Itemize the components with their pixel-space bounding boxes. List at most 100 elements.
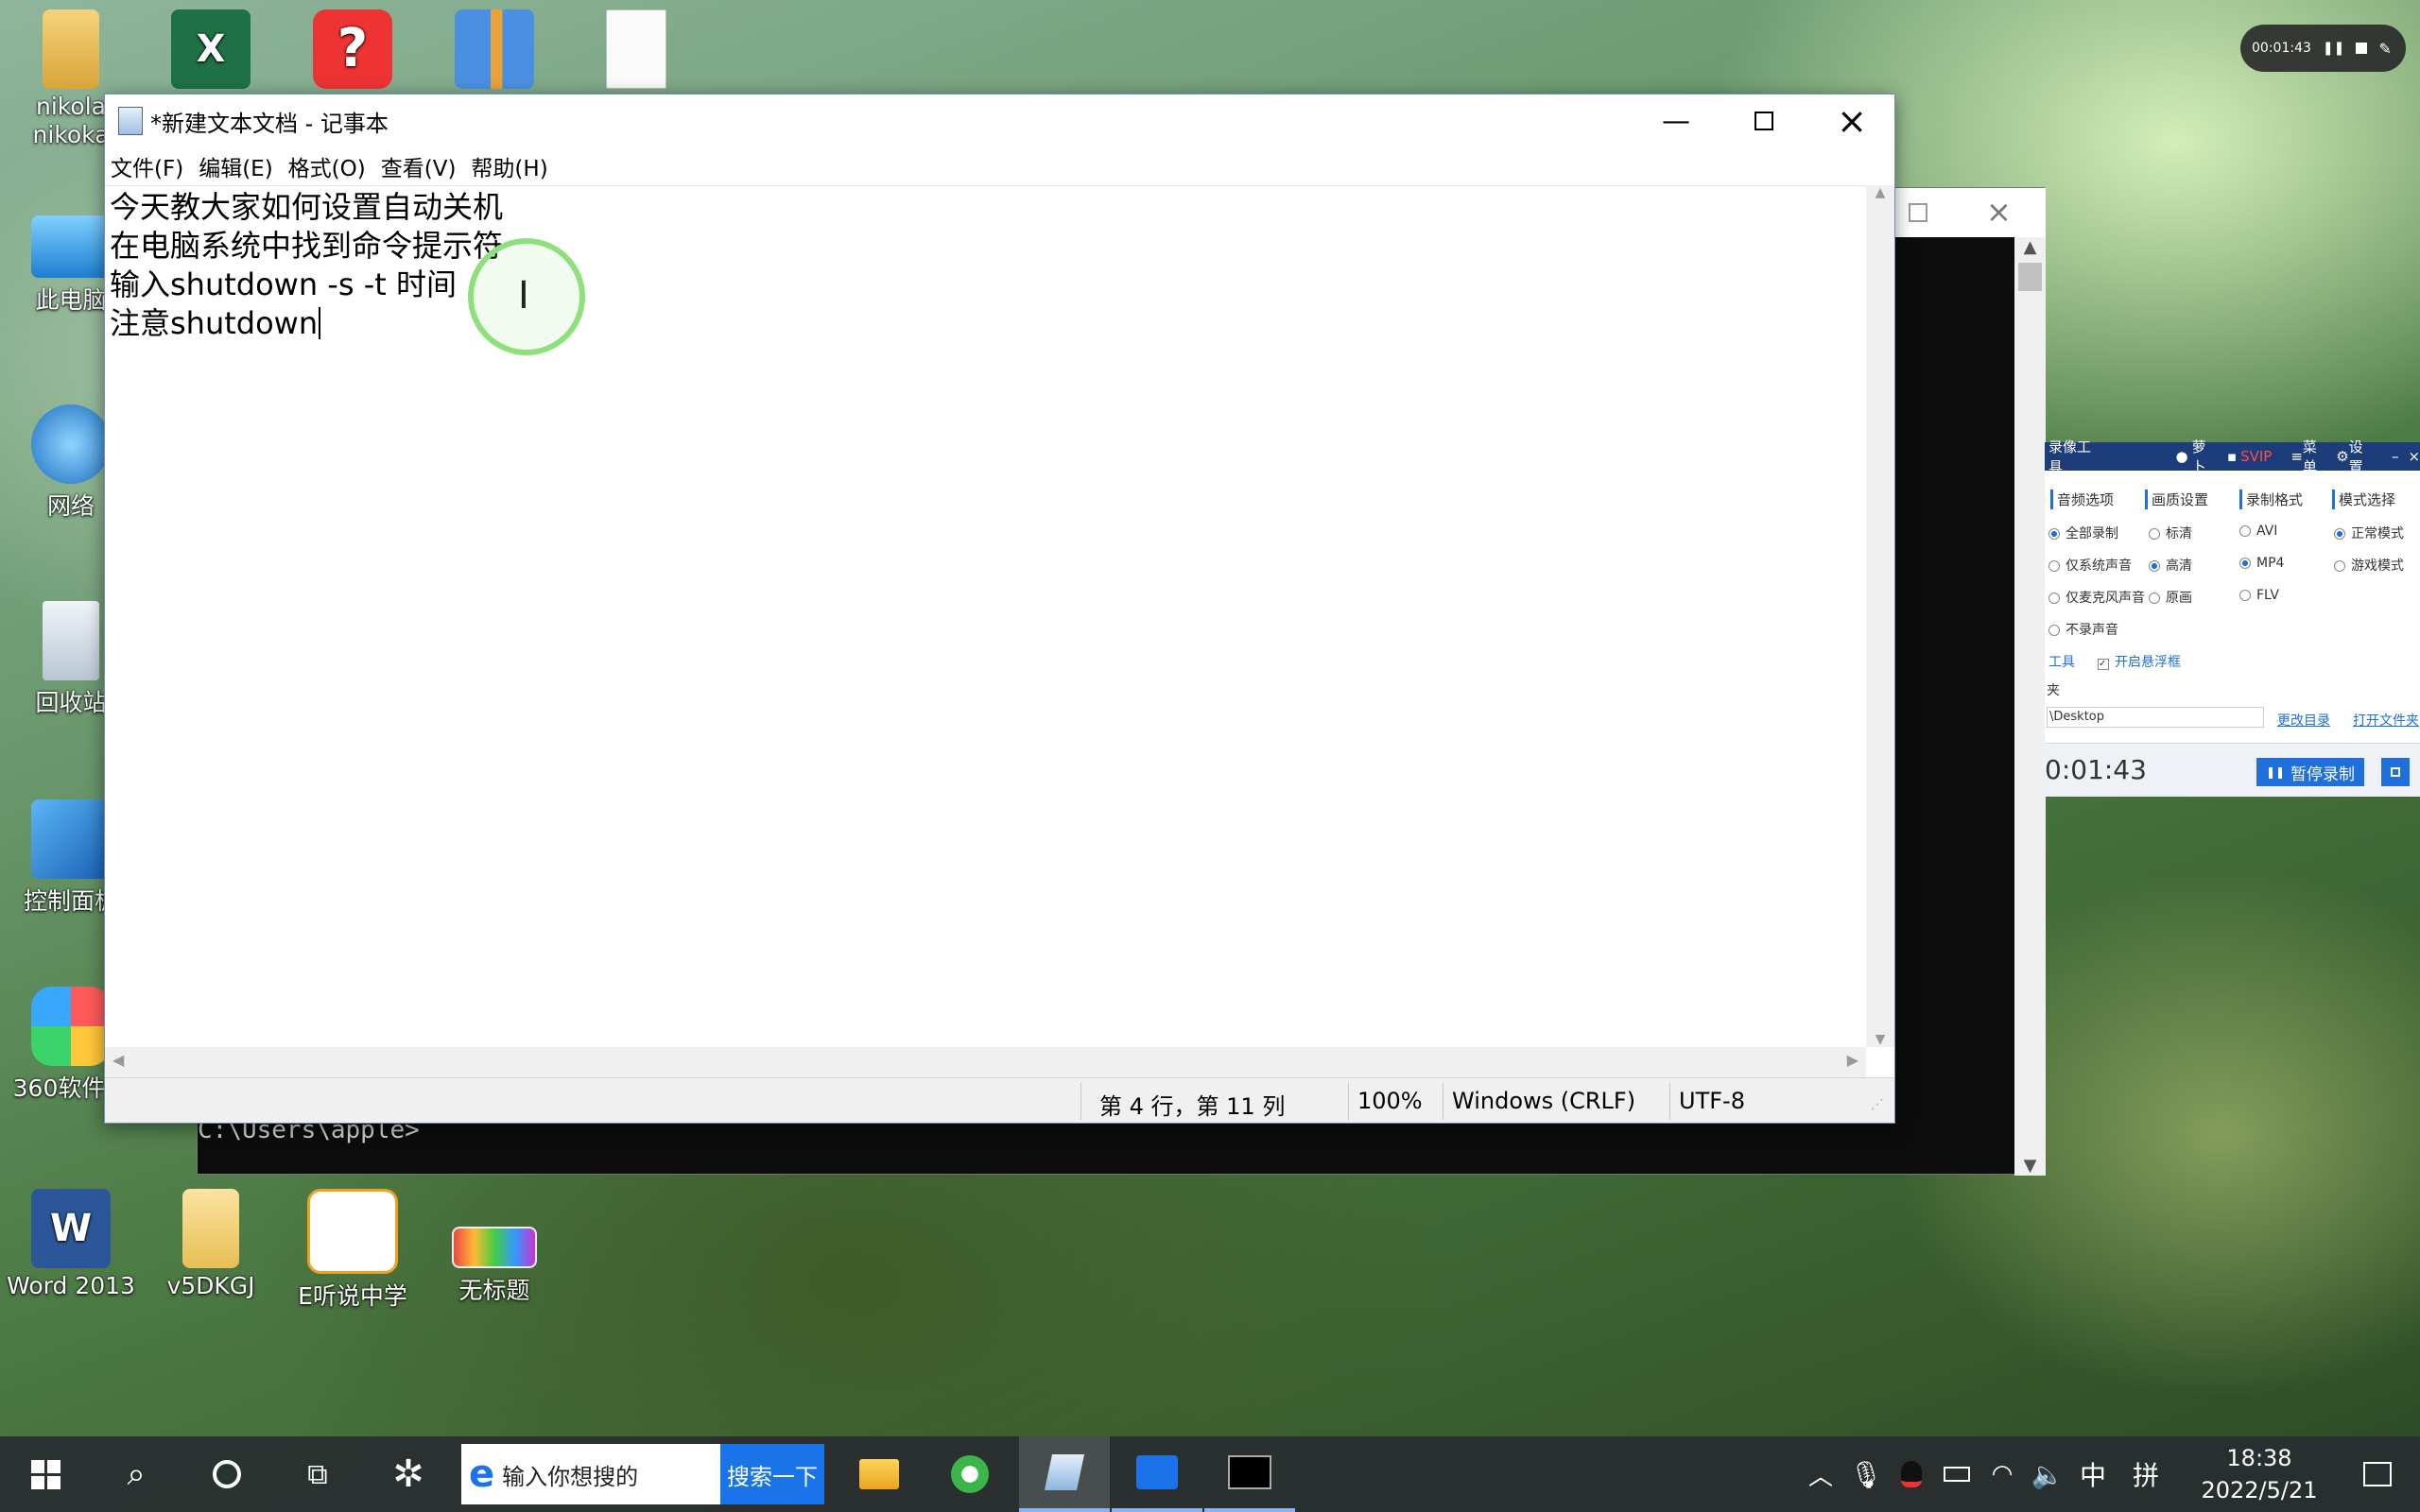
maximize-button[interactable] bbox=[1720, 94, 1807, 147]
recorder-menu[interactable]: 菜单 bbox=[2303, 437, 2328, 476]
recorder-settings[interactable]: 设置 bbox=[2349, 437, 2375, 476]
text-line: 输入shutdown -s -t 时间 bbox=[110, 266, 457, 302]
stop-recording-button[interactable] bbox=[2381, 758, 2410, 786]
scroll-thumb[interactable] bbox=[2018, 263, 2042, 291]
pen-icon[interactable]: ✎ bbox=[2378, 40, 2391, 58]
menu-edit[interactable]: 编辑(E) bbox=[199, 150, 272, 182]
qq-icon bbox=[1901, 1461, 1922, 1487]
scroll-down-icon[interactable]: ▼ bbox=[2014, 1156, 2046, 1176]
show-hidden-icons-button[interactable]: ︿ bbox=[1800, 1436, 1841, 1512]
stop-icon bbox=[2391, 767, 2400, 777]
cortana-button[interactable] bbox=[182, 1436, 272, 1512]
recorder-panel[interactable]: 录像工具 ● 萝卜 ▪ SVIP ≡ 菜单 ⚙ 设置 – × 音频选项 画质设置… bbox=[2045, 438, 2420, 797]
maximize-icon[interactable] bbox=[1909, 203, 1927, 222]
save-path-input[interactable]: \Desktop bbox=[2047, 707, 2264, 728]
minimize-button[interactable]: — bbox=[1633, 94, 1720, 147]
encoding: UTF-8 bbox=[1679, 1088, 1745, 1114]
format-option[interactable]: MP4 bbox=[2239, 556, 2284, 571]
vertical-scrollbar[interactable]: ▲ ▼ bbox=[1866, 185, 1894, 1047]
console-scrollbar[interactable]: ▲ ▼ bbox=[2014, 237, 2046, 1176]
audio-option[interactable]: 仅麦克风声音 bbox=[2048, 588, 2145, 607]
notepad-window[interactable]: *新建文本文档 - 记事本 — × 文件(F) 编辑(E) 格式(O) 查看(V… bbox=[104, 94, 1895, 1124]
mode-option[interactable]: 游戏模式 bbox=[2334, 556, 2404, 575]
line-ending: Windows (CRLF) bbox=[1452, 1088, 1636, 1114]
scroll-left-icon[interactable]: ◀ bbox=[112, 1051, 124, 1069]
section-quality: 画质设置 bbox=[2145, 490, 2208, 509]
battery-tray[interactable] bbox=[1936, 1436, 1978, 1512]
cmd-icon bbox=[1228, 1455, 1271, 1489]
notification-center-button[interactable] bbox=[2335, 1436, 2420, 1512]
menu-format[interactable]: 格式(O) bbox=[288, 150, 366, 182]
menu-icon: ≡ bbox=[2290, 448, 2303, 465]
resize-grip-icon[interactable]: ⋰ bbox=[1871, 1097, 1884, 1112]
text-editor[interactable]: 今天教大家如何设置自动关机 在电脑系统中找到命令提示符 输入shutdown -… bbox=[105, 185, 1866, 1047]
clock[interactable]: 18:38 2022/5/21 bbox=[2184, 1436, 2335, 1512]
menu-file[interactable]: 文件(F) bbox=[111, 150, 183, 182]
quality-option[interactable]: 标清 bbox=[2149, 524, 2192, 542]
desktop-icon-360zip[interactable] bbox=[424, 9, 565, 93]
audio-option[interactable]: 仅系统声音 bbox=[2048, 556, 2132, 575]
quality-option[interactable]: 原画 bbox=[2149, 588, 2192, 607]
open-folder-link[interactable]: 打开文件夹 bbox=[2353, 711, 2419, 730]
tools-link[interactable]: 工具 bbox=[2048, 652, 2075, 671]
close-icon[interactable]: × bbox=[1986, 194, 2012, 230]
ime-layout[interactable]: 拼 bbox=[2123, 1436, 2169, 1512]
desktop-icon-folder[interactable]: v5DKGJ bbox=[140, 1189, 282, 1299]
search-button[interactable]: ⌕ bbox=[91, 1436, 182, 1512]
desktop-icon-image-file[interactable]: 无标题 bbox=[424, 1189, 565, 1306]
pinwheel-app-button[interactable]: ✲ bbox=[363, 1436, 454, 1512]
wifi-tray[interactable]: ◠ bbox=[1981, 1436, 2023, 1512]
mode-option[interactable]: 正常模式 bbox=[2334, 524, 2404, 542]
text-caret bbox=[319, 307, 321, 339]
recorder-taskbar-button[interactable] bbox=[1112, 1436, 1202, 1512]
change-dir-link[interactable]: 更改目录 bbox=[2277, 711, 2330, 730]
quality-option[interactable]: 高清 bbox=[2149, 556, 2192, 575]
audio-option[interactable]: 不录声音 bbox=[2048, 620, 2118, 639]
task-view-icon: ⧉ bbox=[307, 1457, 328, 1491]
scroll-down-icon[interactable]: ▼ bbox=[1866, 1032, 1894, 1047]
text-file-icon bbox=[606, 9, 666, 89]
close-button[interactable]: × bbox=[1808, 94, 1895, 147]
notepad-taskbar-button[interactable] bbox=[1019, 1436, 1110, 1512]
desktop-icon-word[interactable]: W Word 2013 bbox=[0, 1189, 142, 1299]
clock-time: 18:38 bbox=[2226, 1445, 2292, 1471]
taskbar: ⌕ ⧉ ✲ e 输入你想搜的 搜索一下 ︿ 🎙 ◠ 🔈 中 拼 18:38 20… bbox=[0, 1436, 2420, 1512]
web-search-button[interactable]: 搜索一下 bbox=[720, 1444, 824, 1504]
cmd-taskbar-button[interactable] bbox=[1204, 1436, 1295, 1512]
recording-float-widget[interactable]: 00:01:43 ❚❚ ✎ bbox=[2240, 25, 2406, 72]
start-button[interactable] bbox=[0, 1436, 91, 1512]
recorder-user[interactable]: 萝卜 bbox=[2192, 437, 2218, 476]
float-checkbox[interactable]: ✓ 开启悬浮框 bbox=[2098, 652, 2181, 671]
pause-recording-button[interactable]: ❚❚ 暂停录制 bbox=[2256, 758, 2364, 786]
desktop-icon-etingshuo[interactable]: E听说中学 bbox=[282, 1189, 424, 1312]
notepad-icon bbox=[118, 107, 143, 135]
ime-mode[interactable]: 中 bbox=[2070, 1436, 2116, 1512]
pause-icon[interactable]: ❚❚ bbox=[2323, 41, 2344, 56]
volume-tray[interactable]: 🔈 bbox=[2027, 1436, 2068, 1512]
desktop-icon-help-app[interactable]: ? bbox=[282, 9, 424, 93]
folder-icon bbox=[859, 1459, 899, 1489]
scroll-up-icon[interactable]: ▲ bbox=[2014, 237, 2046, 257]
qq-tray[interactable] bbox=[1891, 1436, 1932, 1512]
task-view-button[interactable]: ⧉ bbox=[272, 1436, 363, 1512]
desktop-icon-text-file[interactable] bbox=[565, 9, 707, 93]
file-explorer-button[interactable] bbox=[834, 1436, 925, 1512]
close-icon[interactable]: × bbox=[2408, 448, 2420, 465]
minimize-icon[interactable]: – bbox=[2392, 448, 2399, 465]
recorder-title: 录像工具 bbox=[2048, 438, 2092, 475]
menu-help[interactable]: 帮助(H) bbox=[471, 150, 547, 182]
menu-view[interactable]: 查看(V) bbox=[381, 150, 457, 182]
wifi-icon: ◠ bbox=[1991, 1460, 2014, 1488]
desktop-icon-excel[interactable]: X bbox=[140, 9, 282, 93]
stop-icon[interactable] bbox=[2356, 43, 2368, 54]
scroll-right-icon[interactable]: ▶ bbox=[1847, 1051, 1858, 1069]
microphone-tray[interactable]: 🎙 bbox=[1845, 1436, 1887, 1512]
recorder-vip[interactable]: SVIP bbox=[2240, 448, 2272, 465]
pause-icon: ❚❚ bbox=[2265, 765, 2286, 779]
audio-option[interactable]: 全部录制 bbox=[2048, 524, 2118, 542]
scroll-up-icon[interactable]: ▲ bbox=[1866, 185, 1894, 200]
format-option[interactable]: AVI bbox=[2239, 524, 2277, 539]
format-option[interactable]: FLV bbox=[2239, 588, 2279, 603]
horizontal-scrollbar[interactable]: ◀ ▶ bbox=[105, 1047, 1866, 1077]
browser-button[interactable] bbox=[925, 1436, 1015, 1512]
